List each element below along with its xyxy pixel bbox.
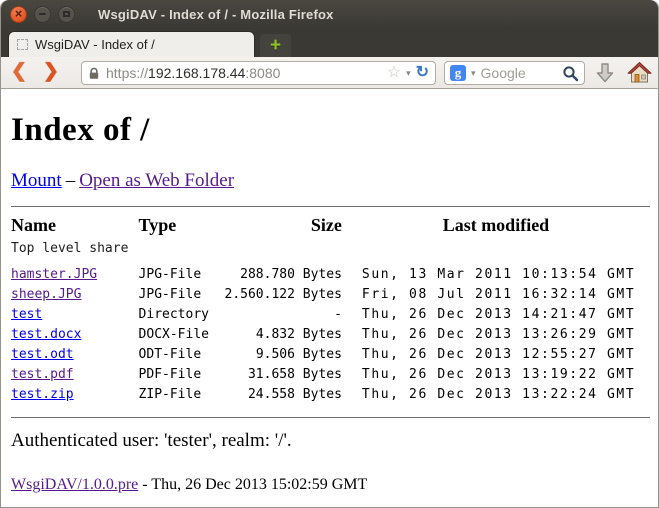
link-separator: –	[66, 170, 76, 191]
file-modified-cell: Thu, 26 Dec 2013 14:21:47 GMT	[342, 304, 650, 324]
plus-icon: +	[270, 36, 281, 55]
url-host: 192.168.178.44	[148, 65, 245, 81]
file-modified-cell: Thu, 26 Dec 2013 13:26:29 GMT	[342, 324, 650, 344]
lock-icon	[88, 67, 100, 80]
minimize-icon	[39, 13, 46, 15]
tab-bar: WsgiDAV - Index of / +	[1, 28, 658, 57]
maximize-icon	[63, 11, 70, 17]
file-link[interactable]: test	[11, 307, 42, 322]
mount-link[interactable]: Mount	[11, 170, 62, 191]
file-type-cell: PDF-File	[139, 364, 225, 384]
file-modified-cell: Fri, 08 Jul 2011 16:32:14 GMT	[342, 284, 650, 304]
file-name-cell: sheep.JPG	[11, 284, 139, 304]
new-tab-button[interactable]: +	[260, 34, 291, 57]
file-type-cell: Directory	[139, 304, 225, 324]
favicon-placeholder-icon	[17, 39, 28, 50]
bookmark-star-icon[interactable]: ☆	[387, 65, 401, 81]
file-modified-cell: Thu, 26 Dec 2013 13:22:24 GMT	[342, 384, 650, 404]
page-content: Index of / Mount–Open as Web Folder Name…	[1, 90, 658, 508]
search-engine-dropdown-icon[interactable]: ▾	[471, 68, 476, 79]
url-dropdown-icon[interactable]: ▾	[406, 68, 411, 79]
table-row: test.docx DOCX-File 4.832 Bytes Thu, 26 …	[11, 324, 650, 344]
file-size-cell: 24.558 Bytes	[225, 384, 342, 404]
file-name-cell: test.pdf	[11, 364, 139, 384]
table-header-row: Name Type Size Last modified	[11, 215, 650, 241]
file-name-cell: test.odt	[11, 344, 139, 364]
window-minimize-button[interactable]	[34, 6, 51, 23]
page-title: Index of /	[11, 112, 650, 149]
column-header-size: Size	[225, 215, 342, 241]
table-row: test.odt ODT-File 9.506 Bytes Thu, 26 De…	[11, 344, 650, 364]
column-header-last-modified: Last modified	[342, 215, 650, 241]
file-size-cell: 2.560.122 Bytes	[225, 284, 342, 304]
forward-button[interactable]: ❯	[43, 60, 59, 84]
footer-timestamp: - Thu, 26 Dec 2013 15:02:59 GMT	[138, 476, 367, 493]
file-link[interactable]: test.zip	[11, 387, 74, 402]
file-link[interactable]: sheep.JPG	[11, 287, 81, 302]
auth-status: Authenticated user: 'tester', realm: '/'…	[11, 430, 650, 452]
firefox-window: × WsgiDAV - Index of / - Mozilla Firefox…	[0, 0, 659, 508]
close-icon: ×	[15, 7, 23, 20]
search-input[interactable]	[481, 65, 562, 81]
share-note-row: Top level share	[11, 241, 650, 264]
file-link[interactable]: test.odt	[11, 347, 74, 362]
file-link[interactable]: hamster.JPG	[11, 267, 97, 282]
search-icon[interactable]	[562, 65, 579, 82]
reload-icon[interactable]: ↻	[416, 65, 429, 81]
file-type-cell: JPG-File	[139, 264, 225, 284]
navigation-toolbar: ❮ ❯ https://192.168.178.44:8080 ☆ ▾ ↻ g …	[1, 57, 658, 89]
table-row: test Directory - Thu, 26 Dec 2013 14:21:…	[11, 304, 650, 324]
column-header-type: Type	[139, 215, 225, 241]
window-titlebar[interactable]: × WsgiDAV - Index of / - Mozilla Firefox	[1, 0, 658, 28]
file-listing-table: Name Type Size Last modified Top level s…	[11, 215, 650, 404]
file-name-cell: test	[11, 304, 139, 324]
table-row: test.zip ZIP-File 24.558 Bytes Thu, 26 D…	[11, 384, 650, 404]
window-controls: ×	[10, 6, 75, 23]
file-type-cell: DOCX-File	[139, 324, 225, 344]
google-engine-icon[interactable]: g	[450, 65, 466, 81]
tab-label: WsgiDAV - Index of /	[35, 37, 155, 52]
open-as-web-folder-link[interactable]: Open as Web Folder	[79, 170, 234, 191]
downloads-button[interactable]	[593, 61, 617, 90]
file-link[interactable]: test.pdf	[11, 367, 74, 382]
file-modified-cell: Sun, 13 Mar 2011 10:13:54 GMT	[342, 264, 650, 284]
url-text: https://192.168.178.44:8080	[106, 65, 387, 81]
file-name-cell: test.zip	[11, 384, 139, 404]
wsgidav-version-link[interactable]: WsgiDAV/1.0.0.pre	[11, 476, 138, 493]
file-size-cell: -	[225, 304, 342, 324]
file-size-cell: 288.780 Bytes	[225, 264, 342, 284]
file-name-cell: test.docx	[11, 324, 139, 344]
server-footer: WsgiDAV/1.0.0.pre - Thu, 26 Dec 2013 15:…	[11, 476, 650, 494]
divider-top	[11, 206, 650, 207]
file-name-cell: hamster.JPG	[11, 264, 139, 284]
tab-wsgidav[interactable]: WsgiDAV - Index of /	[8, 31, 255, 57]
table-row: hamster.JPG JPG-File 288.780 Bytes Sun, …	[11, 264, 650, 284]
action-links: Mount–Open as Web Folder	[11, 170, 650, 192]
file-size-cell: 9.506 Bytes	[225, 344, 342, 364]
table-row: sheep.JPG JPG-File 2.560.122 Bytes Fri, …	[11, 284, 650, 304]
file-type-cell: ODT-File	[139, 344, 225, 364]
file-size-cell: 31.658 Bytes	[225, 364, 342, 384]
back-button[interactable]: ❮	[11, 60, 27, 84]
file-link[interactable]: test.docx	[11, 327, 81, 342]
file-size-cell: 4.832 Bytes	[225, 324, 342, 344]
file-modified-cell: Thu, 26 Dec 2013 13:19:22 GMT	[342, 364, 650, 384]
table-row: test.pdf PDF-File 31.658 Bytes Thu, 26 D…	[11, 364, 650, 384]
window-title: WsgiDAV - Index of / - Mozilla Firefox	[98, 7, 334, 22]
download-arrow-icon	[593, 61, 617, 85]
share-note: Top level share	[11, 241, 650, 264]
window-maximize-button[interactable]	[58, 6, 75, 23]
window-close-button[interactable]: ×	[10, 6, 27, 23]
file-type-cell: JPG-File	[139, 284, 225, 304]
search-bar[interactable]: g ▾	[444, 61, 585, 85]
column-header-name: Name	[11, 215, 139, 241]
divider-bottom	[11, 417, 650, 418]
home-icon	[627, 61, 652, 85]
file-modified-cell: Thu, 26 Dec 2013 12:55:27 GMT	[342, 344, 650, 364]
url-scheme: https://	[106, 65, 148, 81]
file-type-cell: ZIP-File	[139, 384, 225, 404]
url-bar[interactable]: https://192.168.178.44:8080 ☆ ▾ ↻	[81, 61, 436, 85]
url-port: :8080	[245, 65, 280, 81]
home-button[interactable]	[627, 61, 652, 90]
